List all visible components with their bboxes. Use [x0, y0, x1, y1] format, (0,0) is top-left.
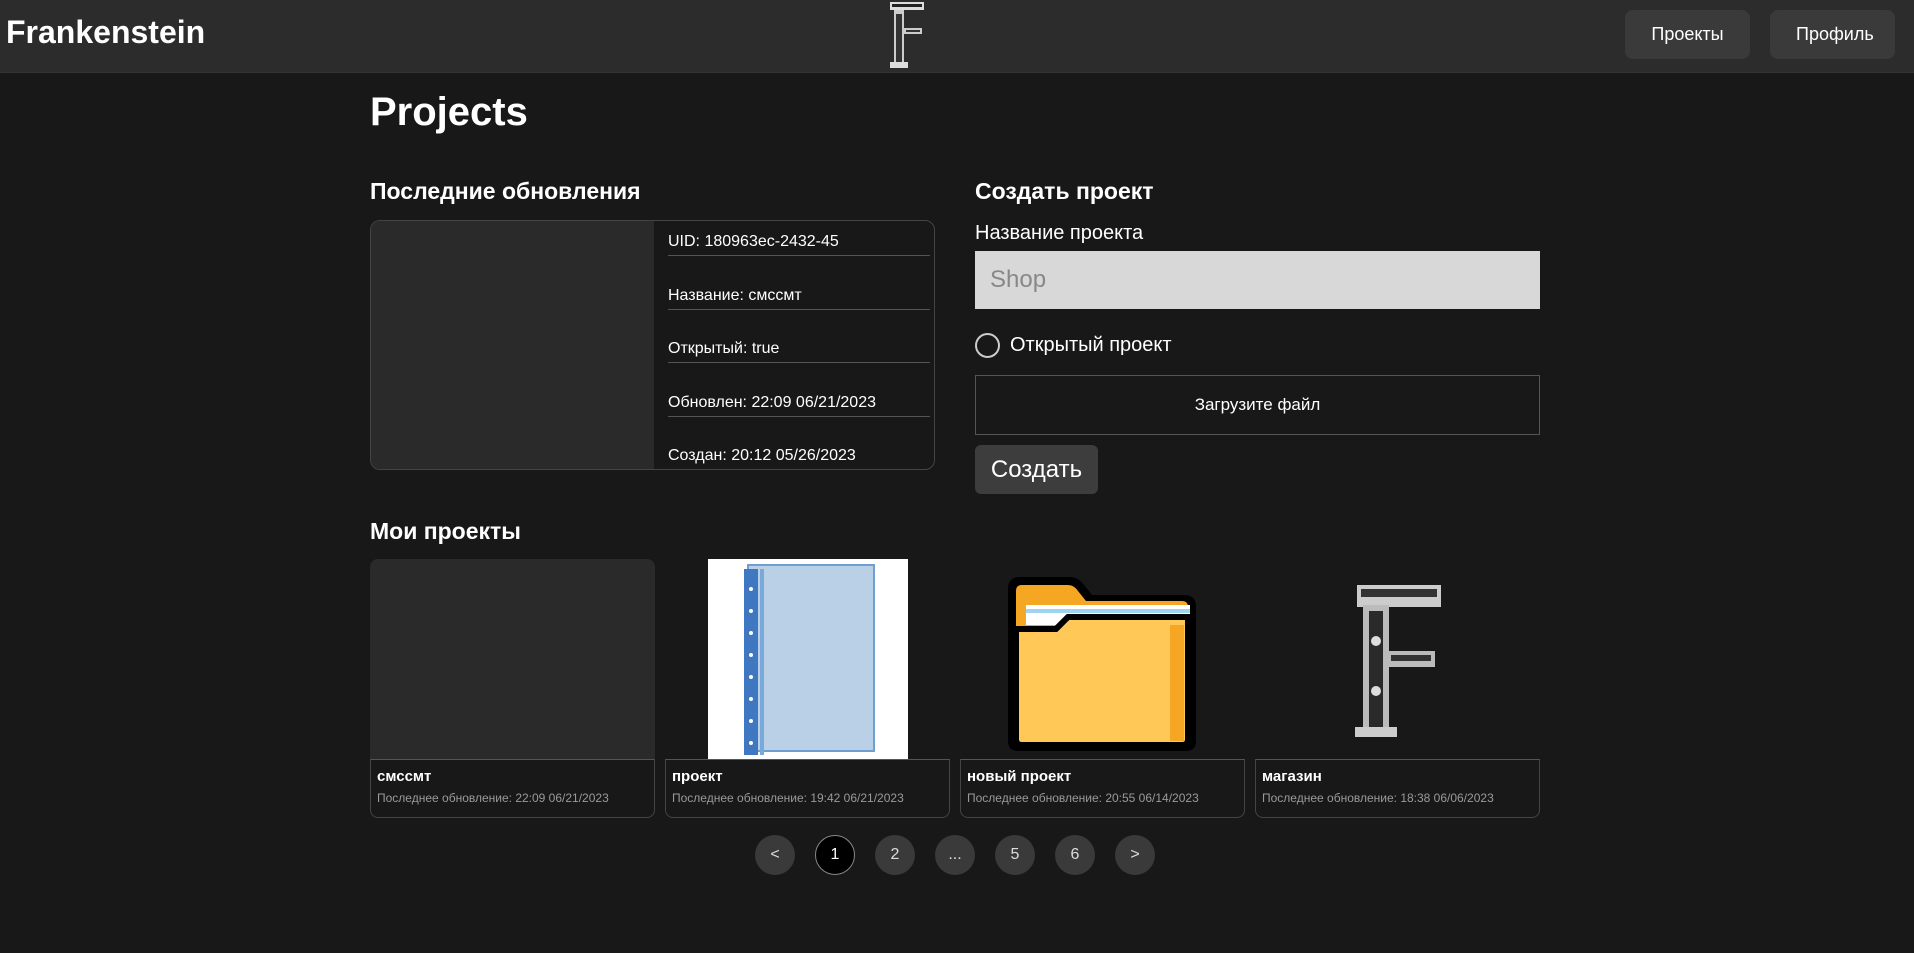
pagination-page-6[interactable]: 6 — [1055, 835, 1095, 875]
pagination-next-button[interactable]: > — [1115, 835, 1155, 875]
project-card[interactable]: проект Последнее обновление: 19:42 06/21… — [665, 559, 950, 818]
project-thumbnail — [960, 559, 1245, 759]
project-updated: Последнее обновление: 22:09 06/21/2023 — [377, 791, 609, 805]
project-updated: Последнее обновление: 20:55 06/14/2023 — [967, 791, 1199, 805]
project-meta: новый проект Последнее обновление: 20:55… — [960, 759, 1245, 818]
recent-open: Открытый: true — [668, 310, 930, 363]
my-projects-title: Мои проекты — [370, 518, 521, 544]
project-meta: проект Последнее обновление: 19:42 06/21… — [665, 759, 950, 818]
project-name: новый проект — [967, 768, 1072, 785]
project-name: смссмт — [377, 768, 432, 785]
page-title: Projects — [370, 90, 528, 134]
pagination-page-1[interactable]: 1 — [815, 835, 855, 875]
projects-nav-button[interactable]: Проекты — [1625, 10, 1750, 59]
project-meta: смссмт Последнее обновление: 22:09 06/21… — [370, 759, 655, 818]
create-project-title: Создать проект — [975, 178, 1154, 204]
recent-project-card[interactable]: UID: 180963ec-2432-45 Название: смссмт О… — [370, 220, 935, 470]
project-name-input[interactable] — [975, 251, 1540, 309]
document-folder-icon — [708, 559, 908, 759]
brand-title[interactable]: Frankenstein — [6, 14, 205, 51]
project-name-label: Название проекта — [975, 222, 1144, 244]
pagination-page-2[interactable]: 2 — [875, 835, 915, 875]
pagination-ellipsis[interactable]: ... — [935, 835, 975, 875]
folder-icon — [1008, 577, 1196, 751]
project-card[interactable]: новый проект Последнее обновление: 20:55… — [960, 559, 1245, 818]
profile-nav-button[interactable]: Профиль — [1770, 10, 1895, 59]
recent-updates-title: Последние обновления — [370, 178, 641, 204]
recent-uid: UID: 180963ec-2432-45 — [668, 225, 930, 256]
recent-updated: Обновлен: 22:09 06/21/2023 — [668, 363, 930, 417]
recent-project-info: UID: 180963ec-2432-45 Название: смссмт О… — [654, 221, 934, 469]
project-meta: магазин Последнее обновление: 18:38 06/0… — [1255, 759, 1540, 818]
project-thumbnail — [1255, 559, 1540, 759]
top-navbar: Frankenstein Проекты Профиль — [0, 0, 1914, 73]
open-project-option[interactable]: Открытый проект — [975, 333, 1172, 358]
upload-file-button[interactable]: Загрузите файл — [975, 375, 1540, 435]
recent-created: Создан: 20:12 05/26/2023 — [668, 417, 930, 470]
pagination-prev-button[interactable]: < — [755, 835, 795, 875]
open-project-radio[interactable] — [975, 333, 1000, 358]
recent-project-thumbnail — [371, 221, 654, 469]
pagination-page-5[interactable]: 5 — [995, 835, 1035, 875]
project-name: магазин — [1262, 768, 1322, 785]
project-name: проект — [672, 768, 723, 785]
recent-name: Название: смссмт — [668, 256, 930, 310]
create-project-button[interactable]: Создать — [975, 445, 1098, 494]
project-updated: Последнее обновление: 18:38 06/06/2023 — [1262, 791, 1494, 805]
open-project-label: Открытый проект — [1010, 334, 1172, 356]
frankenstein-logo — [1355, 585, 1441, 737]
frankenstein-logo — [890, 2, 924, 68]
project-thumbnail — [665, 559, 950, 759]
project-card[interactable]: смссмт Последнее обновление: 22:09 06/21… — [370, 559, 655, 818]
blank-thumbnail — [370, 559, 655, 759]
project-card[interactable]: магазин Последнее обновление: 18:38 06/0… — [1255, 559, 1540, 818]
project-updated: Последнее обновление: 19:42 06/21/2023 — [672, 791, 904, 805]
